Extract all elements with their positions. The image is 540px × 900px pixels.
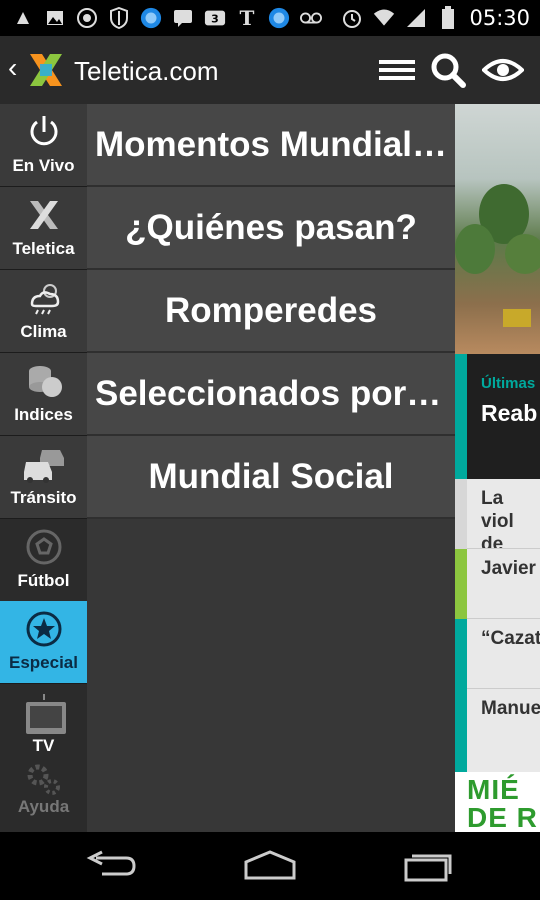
- sidebar-item-label: Ayuda: [17, 797, 70, 816]
- menu-icon[interactable]: [377, 52, 417, 88]
- menu-item-label: Momentos Mundialistas: [95, 124, 455, 164]
- menu-item-quienes-pasan[interactable]: ¿Quiénes pasan?: [87, 187, 455, 270]
- star-circle-icon: [24, 609, 64, 649]
- teletica-logo[interactable]: [26, 50, 66, 90]
- sidebar-item-label: En Vivo: [12, 156, 75, 175]
- news-title: Manue escéni: [481, 698, 540, 719]
- menu-item-label: ¿Quiénes pasan?: [125, 207, 417, 247]
- strip: [455, 479, 467, 549]
- green-strip: [455, 549, 467, 619]
- sidebar-item-label: Fútbol: [17, 571, 70, 590]
- sidebar-item-label: Clima: [20, 322, 67, 341]
- gallery-icon: [44, 7, 66, 29]
- news-item[interactable]: Manue escéni: [467, 689, 540, 772]
- news-title: “Cazat: [481, 628, 540, 649]
- sidebar-item-label: Teletica: [12, 239, 75, 258]
- sidebar-item-teletica[interactable]: Teletica: [0, 187, 87, 270]
- 3g-app-icon: 3: [204, 7, 226, 29]
- wifi-icon: [373, 7, 395, 29]
- recents-icon[interactable]: [398, 846, 458, 886]
- menu-item-momentos-mundialistas[interactable]: Momentos Mundialistas: [87, 104, 455, 187]
- banner-line-2: DE R: [467, 802, 538, 832]
- menu-item-seleccionados[interactable]: Seleccionados por Teletica: [87, 353, 455, 436]
- action-bar: ‹ Teletica.com: [0, 36, 540, 104]
- navigation-bar: [0, 832, 540, 900]
- news-title: Javier Barcel: [481, 558, 540, 579]
- teal-strip: [455, 354, 467, 479]
- eye-icon[interactable]: [481, 52, 525, 88]
- news-item[interactable]: “Cazat: [467, 619, 540, 689]
- back-icon[interactable]: [82, 846, 142, 886]
- cars-icon: [24, 444, 64, 484]
- sidebar-item-label: TV: [32, 736, 55, 755]
- news-item[interactable]: La viol de asil: [467, 479, 540, 549]
- news-item[interactable]: Javier Barcel: [467, 549, 540, 619]
- tv-icon: [24, 692, 66, 734]
- menu-item-romperedes[interactable]: Romperedes: [87, 270, 455, 353]
- app-title: Teletica.com: [74, 56, 219, 86]
- sidebar-item-label: Indices: [14, 405, 73, 424]
- teal-strip: [455, 619, 467, 689]
- sidebar-item-indices[interactable]: Indices: [0, 353, 87, 436]
- sidebar-item-futbol[interactable]: Fútbol: [0, 519, 87, 601]
- sidebar-item-en-vivo[interactable]: En Vivo: [0, 104, 87, 187]
- search-icon[interactable]: [429, 52, 469, 88]
- alarm-icon: [341, 7, 363, 29]
- voicemail-icon: [300, 7, 322, 29]
- menu-item-label: Mundial Social: [148, 456, 394, 496]
- teal-strip: [455, 689, 467, 772]
- menu-item-label: Seleccionados por Teletica: [95, 373, 455, 413]
- promo-banner[interactable]: MIÉ DE R: [455, 772, 540, 832]
- nyt-icon: T: [236, 7, 258, 29]
- featured-headline: Reab: [481, 400, 538, 426]
- power-icon: [24, 112, 64, 152]
- up-chevron-icon[interactable]: ‹: [8, 54, 17, 82]
- sidebar-item-transito[interactable]: Tránsito: [0, 436, 87, 519]
- sidebar-item-ayuda[interactable]: Ayuda: [0, 759, 87, 829]
- clock: 05:30: [469, 6, 530, 30]
- section-label: Últimas: [481, 375, 536, 392]
- svg-text:T: T: [240, 7, 255, 29]
- shield-icon: [108, 7, 130, 29]
- news-photo[interactable]: [455, 104, 540, 354]
- battery-icon: [437, 6, 459, 29]
- menu-item-mundial-social[interactable]: Mundial Social: [87, 436, 455, 519]
- featured-news[interactable]: Últimas Reab: [467, 354, 540, 479]
- gears-icon: [24, 761, 64, 801]
- sidebar-item-label: Especial: [9, 653, 78, 672]
- content-peek[interactable]: Últimas Reab La viol de asil Javier Barc…: [455, 104, 540, 832]
- whatsapp-icon: [76, 7, 98, 29]
- sidebar-item-tv[interactable]: TV: [0, 684, 87, 766]
- sidebar-item-clima[interactable]: Clima: [0, 270, 87, 353]
- signal-icon: [405, 7, 427, 29]
- svg-text:3: 3: [211, 13, 219, 26]
- system-status-icons: 05:30: [341, 4, 530, 32]
- soccer-ball-icon: [24, 527, 64, 567]
- sidebar: En Vivo Teletica Clima Indices Tránsito …: [0, 104, 87, 832]
- notification-icons: 3 T: [12, 4, 322, 32]
- news-title: La viol de asil: [481, 488, 514, 549]
- status-bar: 3 T 05:30: [0, 0, 540, 36]
- menu-item-label: Romperedes: [164, 290, 378, 330]
- usb-debug-icon: [12, 7, 34, 29]
- coins-icon: [24, 361, 64, 401]
- weather-app-icon-2: [268, 7, 290, 29]
- weather-app-icon: [140, 7, 162, 29]
- especial-submenu: Momentos Mundialistas ¿Quiénes pasan? Ro…: [87, 104, 455, 832]
- teletica-x-icon: [24, 195, 64, 235]
- home-icon[interactable]: [240, 846, 300, 886]
- sidebar-item-especial[interactable]: Especial: [0, 601, 87, 684]
- chat-icon: [172, 7, 194, 29]
- sidebar-item-label: Tránsito: [10, 488, 77, 507]
- weather-icon: [24, 278, 64, 318]
